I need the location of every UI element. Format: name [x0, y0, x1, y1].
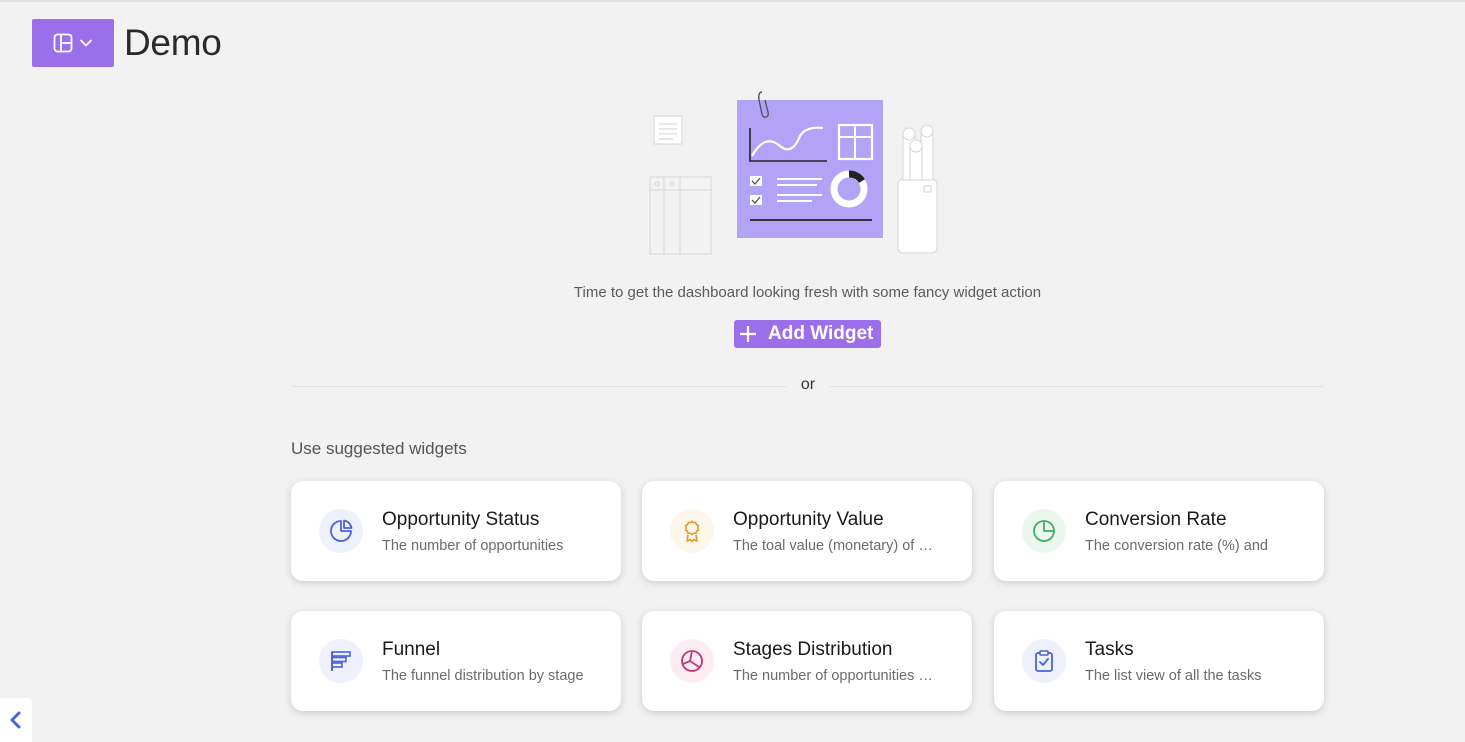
layout-switcher-button[interactable]: [32, 19, 114, 67]
card-title: Opportunity Value: [733, 508, 884, 530]
widget-card-conversion-rate[interactable]: Conversion Rate The conversion rate (%) …: [994, 481, 1324, 581]
clipboard-check-icon: [1022, 639, 1066, 683]
award-icon: [670, 509, 714, 553]
chevron-down-icon: [80, 39, 92, 47]
top-border: [0, 0, 1465, 2]
card-description: The toal value (monetary) of opportuniti…: [733, 537, 939, 554]
or-separator: or: [800, 376, 816, 393]
page-title: Demo: [124, 22, 222, 63]
widget-card-opportunity-value[interactable]: Opportunity Value The toal value (moneta…: [642, 481, 972, 581]
plus-icon: [740, 326, 756, 342]
card-description: The list view of all the tasks: [1085, 667, 1262, 684]
add-widget-label: Add Widget: [768, 323, 874, 344]
card-description: The number of opportunities per stage: [733, 667, 939, 684]
collapse-sidebar-button[interactable]: [0, 698, 32, 742]
suggested-widgets-heading: Use suggested widgets: [291, 439, 467, 458]
distribution-icon: [670, 639, 714, 683]
widget-card-funnel[interactable]: Funnel The funnel distribution by stage: [291, 611, 621, 711]
card-title: Funnel: [382, 638, 441, 660]
empty-state-tagline: Time to get the dashboard looking fresh …: [573, 284, 1042, 301]
pie-chart-icon: [319, 509, 363, 553]
chevron-left-icon: [10, 711, 21, 729]
funnel-icon: [319, 639, 363, 683]
card-title: Tasks: [1085, 638, 1134, 660]
divider: [830, 386, 1323, 387]
card-title: Opportunity Status: [382, 508, 540, 530]
layout-icon: [53, 33, 73, 53]
card-description: The conversion rate (%) and: [1085, 537, 1268, 554]
pie-chart-icon: [1022, 509, 1066, 553]
empty-dashboard-illustration: [649, 91, 938, 255]
widget-card-opportunity-status[interactable]: Opportunity Status The number of opportu…: [291, 481, 621, 581]
divider: [291, 386, 786, 387]
add-widget-button[interactable]: Add Widget: [734, 320, 881, 348]
card-description: The funnel distribution by stage: [382, 667, 584, 684]
widget-card-tasks[interactable]: Tasks The list view of all the tasks: [994, 611, 1324, 711]
widget-card-stages-distribution[interactable]: Stages Distribution The number of opport…: [642, 611, 972, 711]
card-title: Conversion Rate: [1085, 508, 1227, 530]
dashboard-header: Demo: [32, 19, 222, 67]
card-description: The number of opportunities: [382, 537, 564, 554]
card-title: Stages Distribution: [733, 638, 893, 660]
